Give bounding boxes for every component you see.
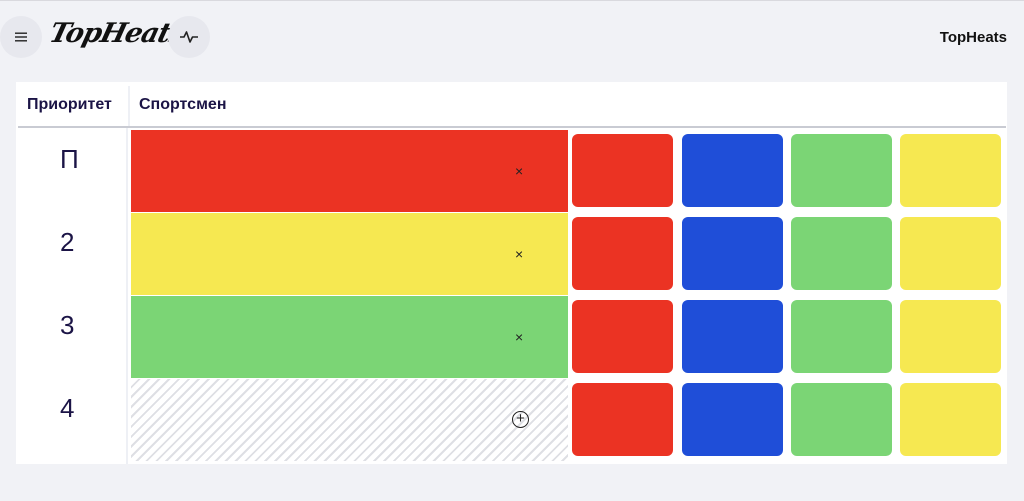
- app-header: TopHeats TopHeats: [0, 0, 1024, 78]
- color-tile-blue[interactable]: [682, 300, 783, 373]
- table-row: 2 ×: [16, 213, 1007, 297]
- color-tile-yellow[interactable]: [900, 300, 1001, 373]
- menu-button[interactable]: [0, 16, 42, 58]
- color-tile-yellow[interactable]: [900, 217, 1001, 290]
- column-header-athlete: Спортсмен: [139, 96, 227, 113]
- color-tile-yellow[interactable]: [900, 134, 1001, 207]
- menu-icon: [15, 32, 27, 42]
- header-title: TopHeats: [939, 29, 1007, 46]
- header-divider: [18, 126, 1006, 128]
- priority-label: 3: [60, 310, 75, 340]
- athlete-slot[interactable]: ×: [131, 296, 568, 378]
- color-tile-red[interactable]: [572, 300, 673, 373]
- activity-button[interactable]: [168, 16, 210, 58]
- header-separator: [128, 86, 130, 128]
- color-tile-green[interactable]: [791, 217, 892, 290]
- color-tile-blue[interactable]: [682, 134, 783, 207]
- priority-label: 2: [60, 227, 75, 257]
- priority-label: 4: [60, 393, 75, 423]
- athlete-slot[interactable]: ×: [131, 213, 568, 295]
- priority-table: Приоритет Спортсмен П × 2 × 3 × 4 +: [16, 82, 1007, 464]
- color-tile-blue[interactable]: [682, 217, 783, 290]
- color-tile-red[interactable]: [572, 217, 673, 290]
- table-row: П ×: [16, 130, 1007, 214]
- add-athlete-button[interactable]: +: [512, 411, 529, 428]
- color-tile-red[interactable]: [572, 134, 673, 207]
- remove-athlete-button[interactable]: ×: [515, 246, 523, 262]
- table-row: 4 +: [16, 379, 1007, 463]
- empty-athlete-slot[interactable]: +: [131, 379, 568, 461]
- remove-athlete-button[interactable]: ×: [515, 163, 523, 179]
- color-tile-yellow[interactable]: [900, 383, 1001, 456]
- activity-icon: [180, 31, 198, 43]
- priority-label: П: [60, 144, 79, 174]
- table-row: 3 ×: [16, 296, 1007, 380]
- color-tile-green[interactable]: [791, 134, 892, 207]
- remove-athlete-button[interactable]: ×: [515, 329, 523, 345]
- athlete-slot[interactable]: ×: [131, 130, 568, 212]
- color-tile-green[interactable]: [791, 383, 892, 456]
- color-tile-green[interactable]: [791, 300, 892, 373]
- color-tile-blue[interactable]: [682, 383, 783, 456]
- column-header-priority: Приоритет: [27, 96, 112, 113]
- color-tile-red[interactable]: [572, 383, 673, 456]
